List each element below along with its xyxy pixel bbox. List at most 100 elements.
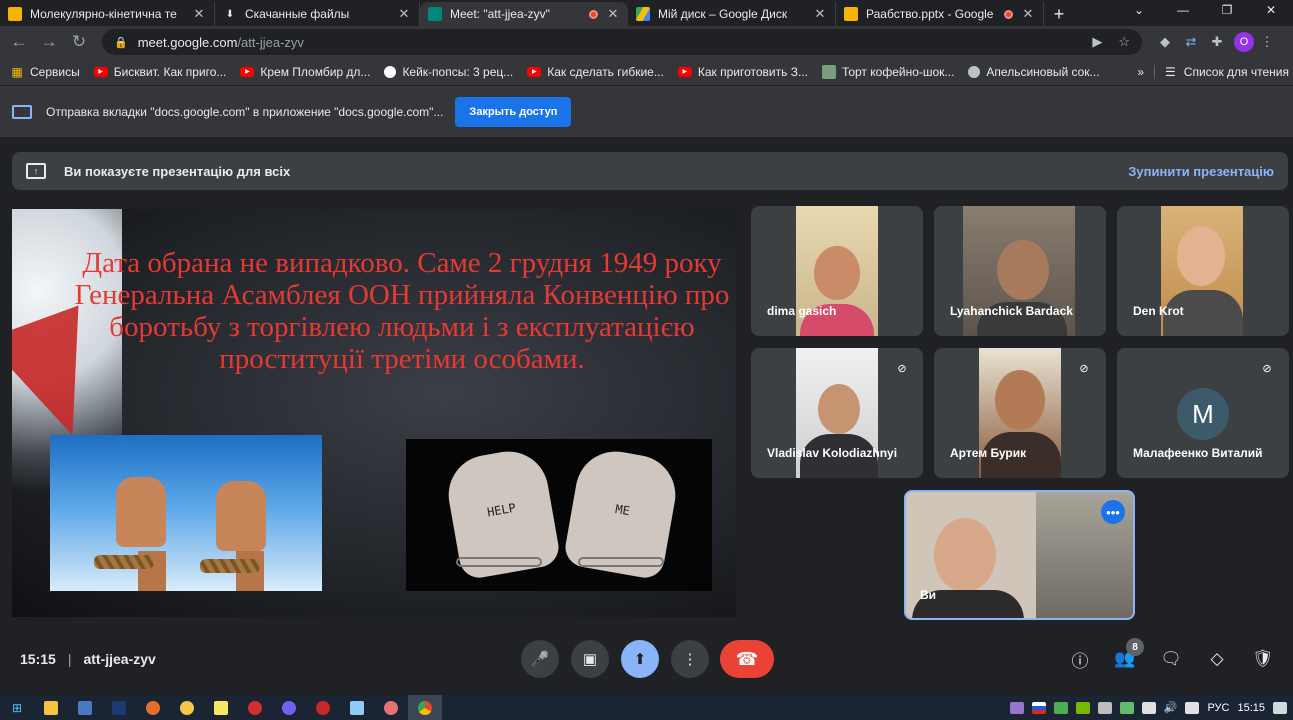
tab-downloads[interactable]: ⬇ Скачанные файлы ✕ — [215, 2, 420, 26]
close-icon[interactable]: ✕ — [1021, 6, 1035, 22]
reload-icon[interactable]: ↻ — [64, 27, 94, 57]
tab-molecular[interactable]: Молекулярно-кінетична те ✕ — [0, 2, 215, 26]
tab-slides[interactable]: Раабство.pptx - Google ✕ — [836, 2, 1044, 26]
opera-icon[interactable] — [238, 695, 272, 720]
more-options-button[interactable]: ⋮ — [671, 640, 709, 678]
paint-app-icon[interactable] — [374, 695, 408, 720]
bookmark-item[interactable]: Кейк-попсы: 3 рец... — [384, 65, 513, 79]
activities-icon[interactable]: ◇ — [1202, 644, 1232, 674]
menu-kebab-icon[interactable]: ⋮ — [1254, 29, 1280, 55]
battery-icon[interactable] — [1185, 701, 1200, 714]
tray-app-icon[interactable] — [1009, 701, 1024, 714]
file-explorer-icon[interactable] — [34, 695, 68, 720]
photoshop-icon[interactable] — [102, 695, 136, 720]
reading-list-icon: ☰ — [1165, 64, 1176, 79]
settings-app-icon[interactable] — [136, 695, 170, 720]
meet-control-bar: 15:15 | att-jjea-zyv 🎤 ▣ ⬆ ⋮ ☎ ⓘ 👥 8 🗨 ◇ … — [0, 628, 1293, 690]
camera-button[interactable]: ▣ — [571, 640, 609, 678]
stop-sharing-button[interactable]: Закрыть доступ — [455, 96, 572, 127]
back-icon[interactable]: ← — [4, 27, 34, 57]
participant-tile[interactable]: ⊘ Артем Бурик — [934, 348, 1106, 478]
close-icon[interactable]: ✕ — [606, 6, 620, 22]
window-controls: ⌄ — ❐ ✕ — [1117, 0, 1293, 26]
address-bar[interactable]: 🔒 meet.google.com/att-jjea-zyv ▶ ☆ — [102, 29, 1142, 55]
minimize-icon[interactable]: — — [1161, 0, 1205, 20]
close-window-icon[interactable]: ✕ — [1249, 0, 1293, 20]
network-icon[interactable] — [1141, 701, 1156, 714]
flag-icon[interactable] — [1031, 701, 1046, 714]
yellow-app-icon[interactable] — [170, 695, 204, 720]
stop-presenting-button[interactable]: Зупинити презентацію — [1128, 164, 1274, 179]
close-icon[interactable]: ✕ — [397, 6, 411, 22]
profile-avatar[interactable]: O — [1234, 32, 1254, 52]
slide-photo-help-me-hands: HELP ME — [406, 439, 712, 591]
meet-main: ↑ Ви показуєте презентацію для всіх Зупи… — [0, 138, 1293, 695]
document-app-icon[interactable] — [340, 695, 374, 720]
forward-icon[interactable]: → — [34, 27, 64, 57]
notes-app-icon[interactable] — [204, 695, 238, 720]
bookmark-star-icon[interactable]: ☆ — [1118, 34, 1130, 50]
recording-icon — [1004, 9, 1013, 19]
host-controls-icon[interactable]: 🛡 — [1248, 644, 1278, 674]
meeting-time: 15:15 — [20, 651, 56, 667]
bookmark-label: Кейк-попсы: 3 рец... — [402, 64, 514, 79]
language-indicator[interactable]: РУС — [1207, 702, 1229, 714]
restore-icon[interactable]: ❐ — [1205, 0, 1249, 20]
extension-colorful-icon[interactable]: ◆ — [1152, 29, 1178, 55]
bookmark-item[interactable]: ▶ Как сделать гибкие... — [527, 65, 664, 79]
leave-call-button[interactable]: ☎ — [720, 640, 774, 678]
new-tab-button[interactable]: + — [1044, 2, 1074, 26]
people-icon[interactable]: 👥 8 — [1110, 638, 1144, 674]
meeting-details-icon[interactable]: ⓘ — [1065, 644, 1095, 674]
divider: | — [67, 651, 72, 667]
present-screen-button[interactable]: ⬆ — [621, 640, 659, 678]
more-options-icon[interactable]: ••• — [1101, 500, 1125, 524]
bookmark-item[interactable]: ▶ Крем Пломбир дл... — [240, 65, 370, 79]
chrome-icon[interactable] — [408, 695, 442, 720]
bookmark-apps[interactable]: ▦ Сервисы — [10, 65, 79, 79]
hand-text-help: HELP — [486, 500, 517, 520]
usb-icon[interactable] — [1097, 701, 1112, 714]
bookmark-item[interactable]: ▶ Бисквит. Как приго... — [93, 65, 226, 79]
system-tray: 🔊 РУС 15:15 — [1009, 701, 1293, 714]
red-app-icon[interactable] — [306, 695, 340, 720]
bookmark-item[interactable]: Торт кофейно-шок... — [821, 64, 955, 79]
extensions-puzzle-icon[interactable]: ✚ — [1204, 29, 1230, 55]
reading-list-button[interactable]: ☰ Список для чтения — [1154, 64, 1289, 79]
windows-start-icon[interactable]: ⊞ — [0, 695, 34, 720]
tab-title: Раабство.pptx - Google — [866, 7, 994, 21]
participant-tile[interactable]: Lyahanchick Bardack — [934, 206, 1106, 336]
bookmarks-bar: ▦ Сервисы ▶ Бисквит. Как приго... ▶ Крем… — [0, 58, 1293, 86]
self-video-tile[interactable]: ••• Ви — [904, 490, 1135, 620]
bookmarks-more-button[interactable]: » — [1137, 65, 1144, 79]
participant-tile[interactable]: Den Krot — [1117, 206, 1289, 336]
lock-icon[interactable]: 🔒 — [114, 36, 128, 49]
translate-icon[interactable]: ⇄ — [1178, 29, 1204, 55]
participant-tile[interactable]: M ⊘ Малафеенко Виталий — [1117, 348, 1289, 478]
participant-tile[interactable]: dima gasich — [751, 206, 923, 336]
tray-green-icon[interactable] — [1053, 701, 1068, 714]
tab-title: Мій диск – Google Диск — [658, 7, 788, 21]
close-icon[interactable]: ✕ — [813, 6, 827, 22]
close-icon[interactable]: ✕ — [192, 6, 206, 22]
chat-icon[interactable]: 🗨 — [1156, 644, 1186, 674]
notifications-icon[interactable] — [1273, 701, 1287, 714]
tab-drive[interactable]: Мій диск – Google Диск ✕ — [628, 2, 836, 26]
viber-icon[interactable] — [272, 695, 306, 720]
volume-icon[interactable]: 🔊 — [1164, 701, 1178, 714]
camera-in-use-icon[interactable]: ▶ — [1092, 34, 1102, 50]
bookmark-item[interactable]: Апельсиновый сок... — [968, 65, 1100, 79]
bookmark-label: Торт кофейно-шок... — [841, 64, 955, 79]
participant-name: Lyahanchick Bardack — [950, 304, 1073, 318]
tab-search-icon[interactable]: ⌄ — [1117, 0, 1161, 20]
taskbar-clock[interactable]: 15:15 — [1237, 702, 1265, 714]
microphone-button[interactable]: 🎤 — [521, 640, 559, 678]
save-app-icon[interactable] — [68, 695, 102, 720]
tab-strip: Молекулярно-кінетична те ✕ ⬇ Скачанные ф… — [0, 0, 1293, 26]
defender-icon[interactable] — [1119, 701, 1134, 714]
tab-meet[interactable]: Meet: "att-jjea-zyv" ✕ — [420, 2, 628, 26]
slides-icon — [8, 7, 22, 21]
bookmark-item[interactable]: ▶ Как приготовить З... — [677, 65, 808, 79]
nvidia-icon[interactable] — [1075, 701, 1090, 714]
tab-title: Meet: "att-jjea-zyv" — [450, 7, 550, 21]
